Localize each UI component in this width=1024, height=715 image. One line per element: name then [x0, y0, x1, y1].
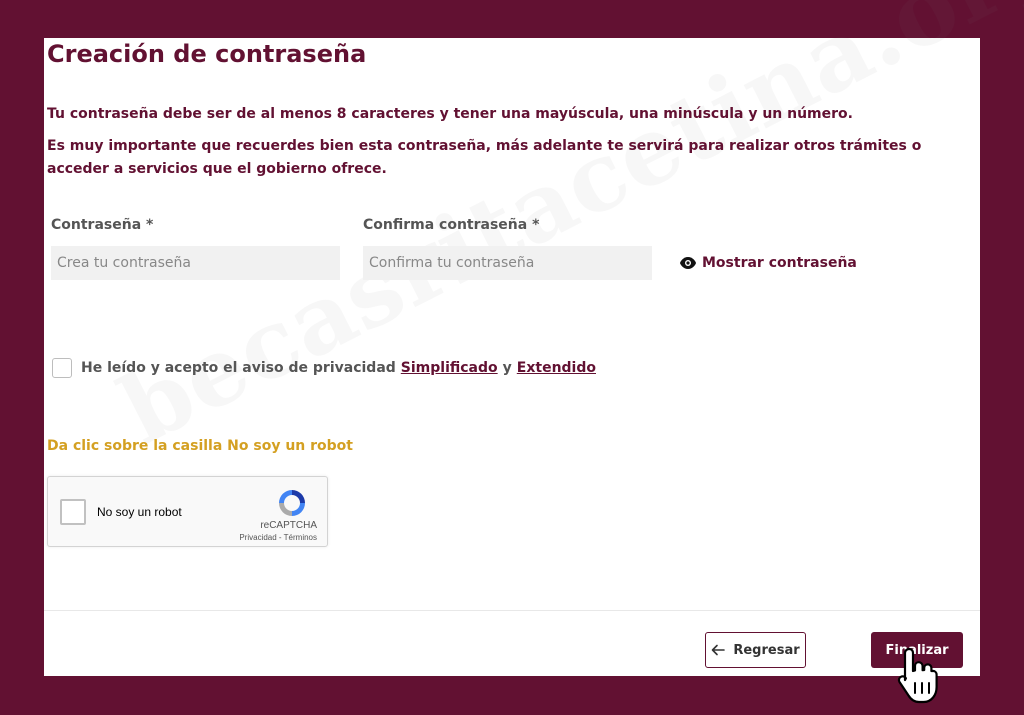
- hand-pointer-icon: [897, 647, 938, 704]
- password-requirements: Tu contraseña debe ser de al menos 8 car…: [47, 106, 853, 122]
- arrow-left-icon: [712, 644, 726, 656]
- recaptcha-checkbox[interactable]: [60, 499, 86, 525]
- page-title: Creación de contraseña: [47, 40, 367, 68]
- show-password-toggle[interactable]: Mostrar contraseña: [679, 255, 857, 271]
- recaptcha-links[interactable]: Privacidad - Términos: [239, 533, 317, 542]
- confirm-password-input[interactable]: [363, 246, 652, 280]
- confirm-password-label: Confirma contraseña *: [363, 217, 540, 233]
- privacy-extended-link[interactable]: Extendido: [517, 360, 596, 376]
- privacy-consent: He leído y acepto el aviso de privacidad…: [52, 358, 601, 378]
- footer-divider: [44, 610, 980, 611]
- password-input[interactable]: [51, 246, 340, 280]
- privacy-simplified-link[interactable]: Simplificado: [401, 360, 498, 376]
- form-card: becasritacetina.org Creación de contrase…: [44, 0, 1024, 676]
- watermark: becasritacetina.org: [104, 0, 1024, 467]
- recaptcha-brand: reCAPTCHA: [260, 520, 317, 531]
- back-button[interactable]: Regresar: [705, 632, 806, 668]
- privacy-text: He leído y acepto el aviso de privacidad: [81, 360, 396, 376]
- recaptcha-label: No soy un robot: [97, 505, 182, 519]
- eye-icon: [680, 257, 696, 269]
- password-label: Contraseña *: [51, 217, 154, 233]
- show-password-label: Mostrar contraseña: [702, 255, 857, 271]
- password-importance-note: Es muy importante que recuerdes bien est…: [47, 138, 922, 177]
- recaptcha-widget: No soy un robot reCAPTCHA Privacidad - T…: [47, 476, 328, 547]
- recaptcha-logo-icon: [279, 490, 305, 516]
- robot-hint: Da clic sobre la casilla No soy un robot: [47, 438, 353, 454]
- privacy-conjunction: y: [502, 360, 512, 376]
- back-button-label: Regresar: [733, 642, 800, 658]
- privacy-checkbox[interactable]: [52, 358, 72, 378]
